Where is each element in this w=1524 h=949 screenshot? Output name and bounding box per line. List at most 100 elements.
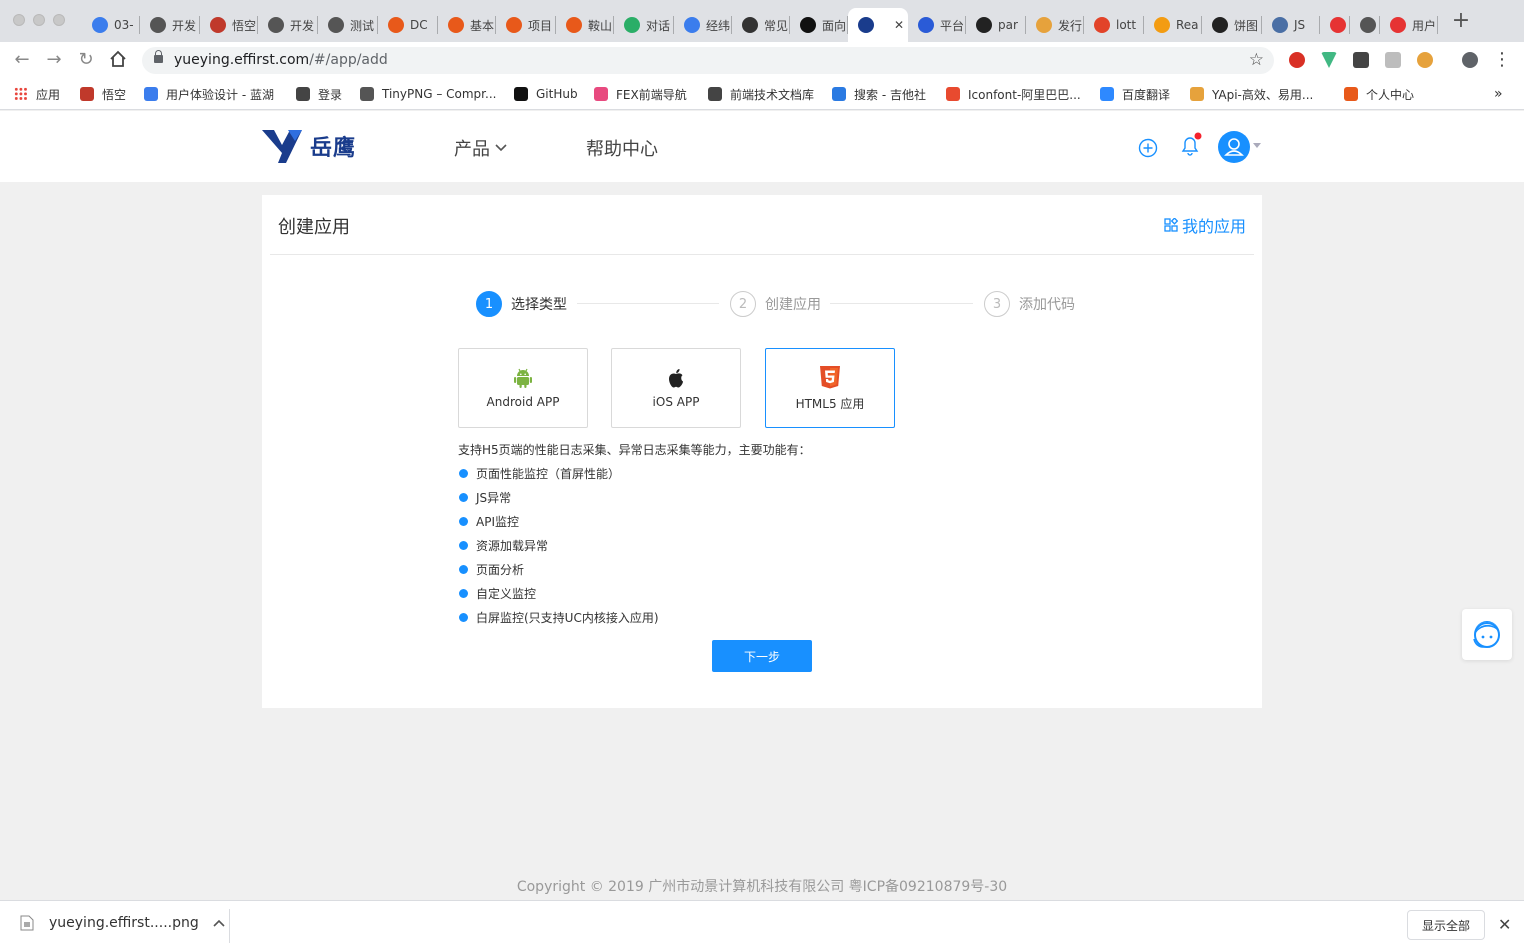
feature-item: API监控 bbox=[458, 513, 519, 530]
browser-tab[interactable]: 开发 bbox=[140, 8, 200, 42]
notification-bell-icon[interactable] bbox=[1179, 132, 1203, 158]
bookmark-item[interactable]: GitHub bbox=[514, 84, 578, 104]
feature-item: JS异常 bbox=[458, 489, 511, 506]
show-all-downloads-button[interactable]: 显示全部 bbox=[1407, 910, 1485, 940]
browser-tab[interactable]: 项目 bbox=[496, 8, 556, 42]
address-toolbar: ← → ↻ yueying.effirst.com/#/app/add ☆ ⋮ bbox=[0, 42, 1524, 78]
bookmark-favicon bbox=[296, 87, 310, 101]
browser-tab[interactable]: 鞍山 bbox=[556, 8, 614, 42]
browser-tab[interactable] bbox=[1320, 8, 1350, 42]
type-ios-option[interactable]: iOS APP bbox=[611, 348, 741, 428]
mi-icon bbox=[388, 17, 404, 33]
folder-extension-icon[interactable] bbox=[1385, 52, 1401, 68]
yueying-logo-icon bbox=[262, 127, 306, 165]
nav-help-center[interactable]: 帮助中心 bbox=[586, 135, 658, 161]
next-step-button[interactable]: 下一步 bbox=[712, 640, 812, 672]
browser-tab[interactable]: 测试 bbox=[318, 8, 378, 42]
menu-kebab-icon[interactable]: ⋮ bbox=[1492, 50, 1512, 70]
bookmark-favicon bbox=[1100, 87, 1114, 101]
bookmark-label: TinyPNG – Compr... bbox=[382, 87, 497, 101]
bookmark-item[interactable]: 搜索 - 吉他社 bbox=[832, 84, 926, 104]
bookmark-item[interactable]: 前端技术文档库 bbox=[708, 84, 814, 104]
customer-support-button[interactable] bbox=[1462, 609, 1512, 660]
feature-label: 资源加载异常 bbox=[476, 539, 549, 553]
home-icon[interactable] bbox=[108, 50, 128, 70]
add-circle-icon[interactable] bbox=[1138, 138, 1158, 158]
close-download-bar-icon[interactable]: ✕ bbox=[1498, 915, 1511, 934]
globe-icon bbox=[268, 17, 284, 33]
browser-tab[interactable] bbox=[1350, 8, 1380, 42]
browser-tab[interactable]: 03- bbox=[82, 8, 140, 42]
bullet-icon bbox=[459, 589, 468, 598]
bookmark-label: 前端技术文档库 bbox=[730, 87, 815, 102]
window-minimize-button[interactable] bbox=[33, 14, 45, 26]
browser-tab[interactable]: 常见 bbox=[732, 8, 790, 42]
bookmark-item[interactable]: YApi-高效、易用... bbox=[1190, 84, 1313, 104]
browser-tab[interactable]: 用户 bbox=[1380, 8, 1438, 42]
bullet-icon bbox=[459, 493, 468, 502]
browser-tab[interactable]: par bbox=[966, 8, 1026, 42]
tab-close-icon[interactable]: ✕ bbox=[894, 18, 904, 32]
feature-item: 自定义监控 bbox=[458, 585, 536, 602]
feature-item: 页面性能监控（首屏性能） bbox=[458, 465, 620, 482]
user-avatar[interactable] bbox=[1218, 131, 1250, 163]
browser-tab[interactable]: DC bbox=[378, 8, 438, 42]
evernote-extension-icon[interactable] bbox=[1353, 52, 1369, 68]
my-apps-link[interactable]: 我的应用 bbox=[1164, 213, 1246, 237]
window-zoom-button[interactable] bbox=[53, 14, 65, 26]
bookmark-item[interactable]: 个人中心 bbox=[1344, 84, 1414, 104]
browser-tab[interactable]: ✕ bbox=[848, 8, 908, 42]
bookmark-label: 应用 bbox=[36, 87, 61, 102]
browser-tab[interactable]: 经纬 bbox=[674, 8, 732, 42]
chevron-up-icon[interactable] bbox=[213, 919, 225, 927]
adblock-extension-icon[interactable] bbox=[1289, 52, 1305, 68]
step-connector bbox=[577, 303, 719, 304]
bookmark-star-icon[interactable]: ☆ bbox=[1249, 47, 1264, 74]
browser-tab[interactable]: 发行 bbox=[1026, 8, 1084, 42]
bookmark-item[interactable]: 用户体验设计 - 蓝湖 bbox=[144, 84, 274, 104]
bookmark-item[interactable]: TinyPNG – Compr... bbox=[360, 84, 496, 104]
download-item[interactable]: yueying.effirst.....png bbox=[20, 915, 225, 931]
yapi-extension-icon[interactable] bbox=[1417, 52, 1433, 68]
step-2: 2 创建应用 bbox=[730, 291, 821, 317]
browser-tab[interactable]: lott bbox=[1084, 8, 1144, 42]
browser-tab[interactable]: 开发 bbox=[258, 8, 318, 42]
url-bar[interactable]: yueying.effirst.com/#/app/add ☆ bbox=[142, 47, 1274, 74]
site-logo[interactable]: 岳鹰 bbox=[262, 127, 356, 165]
browser-tab[interactable]: 平台 bbox=[908, 8, 966, 42]
browser-tab[interactable]: 饼图 bbox=[1202, 8, 1262, 42]
bookmark-item[interactable]: FEX前端导航 bbox=[594, 84, 687, 104]
tab-title: 发行 bbox=[1058, 18, 1083, 33]
bookmark-item[interactable]: 悟空 bbox=[80, 84, 126, 104]
bookmark-item[interactable]: Iconfont-阿里巴巴... bbox=[946, 84, 1081, 104]
nav-products[interactable]: 产品 bbox=[454, 135, 508, 161]
tab-title: 平台 bbox=[940, 18, 965, 33]
tab-separator bbox=[1437, 16, 1438, 34]
new-tab-button[interactable]: + bbox=[1450, 10, 1472, 32]
browser-tab[interactable]: 悟空 bbox=[200, 8, 258, 42]
step-connector bbox=[830, 303, 973, 304]
avatar-caret-icon[interactable] bbox=[1253, 143, 1261, 149]
window-close-button[interactable] bbox=[13, 14, 25, 26]
browser-tab[interactable]: 对话 bbox=[614, 8, 674, 42]
forward-icon[interactable]: → bbox=[44, 50, 64, 70]
browser-tab[interactable]: Rea bbox=[1144, 8, 1202, 42]
tab-title: DC bbox=[410, 18, 428, 32]
bookmarks-overflow-icon[interactable]: » bbox=[1494, 84, 1503, 104]
feature-item: 资源加载异常 bbox=[458, 537, 548, 554]
browser-tab[interactable]: 面向 bbox=[790, 8, 848, 42]
vue-devtools-icon[interactable] bbox=[1321, 52, 1337, 68]
html5-icon bbox=[820, 365, 840, 388]
bookmark-item[interactable]: 应用 bbox=[14, 84, 60, 104]
profile-icon[interactable] bbox=[1462, 52, 1478, 68]
download-divider bbox=[229, 909, 230, 943]
bookmark-item[interactable]: 登录 bbox=[296, 84, 342, 104]
browser-tab[interactable]: JS bbox=[1262, 8, 1320, 42]
type-android-option[interactable]: Android APP bbox=[458, 348, 588, 428]
bookmark-item[interactable]: 百度翻译 bbox=[1100, 84, 1170, 104]
type-html5-option[interactable]: HTML5 应用 bbox=[765, 348, 895, 428]
reload-icon[interactable]: ↻ bbox=[76, 50, 96, 70]
browser-tab[interactable]: 基本 bbox=[438, 8, 496, 42]
feature-label: 页面性能监控（首屏性能） bbox=[476, 467, 621, 481]
back-icon[interactable]: ← bbox=[12, 50, 32, 70]
